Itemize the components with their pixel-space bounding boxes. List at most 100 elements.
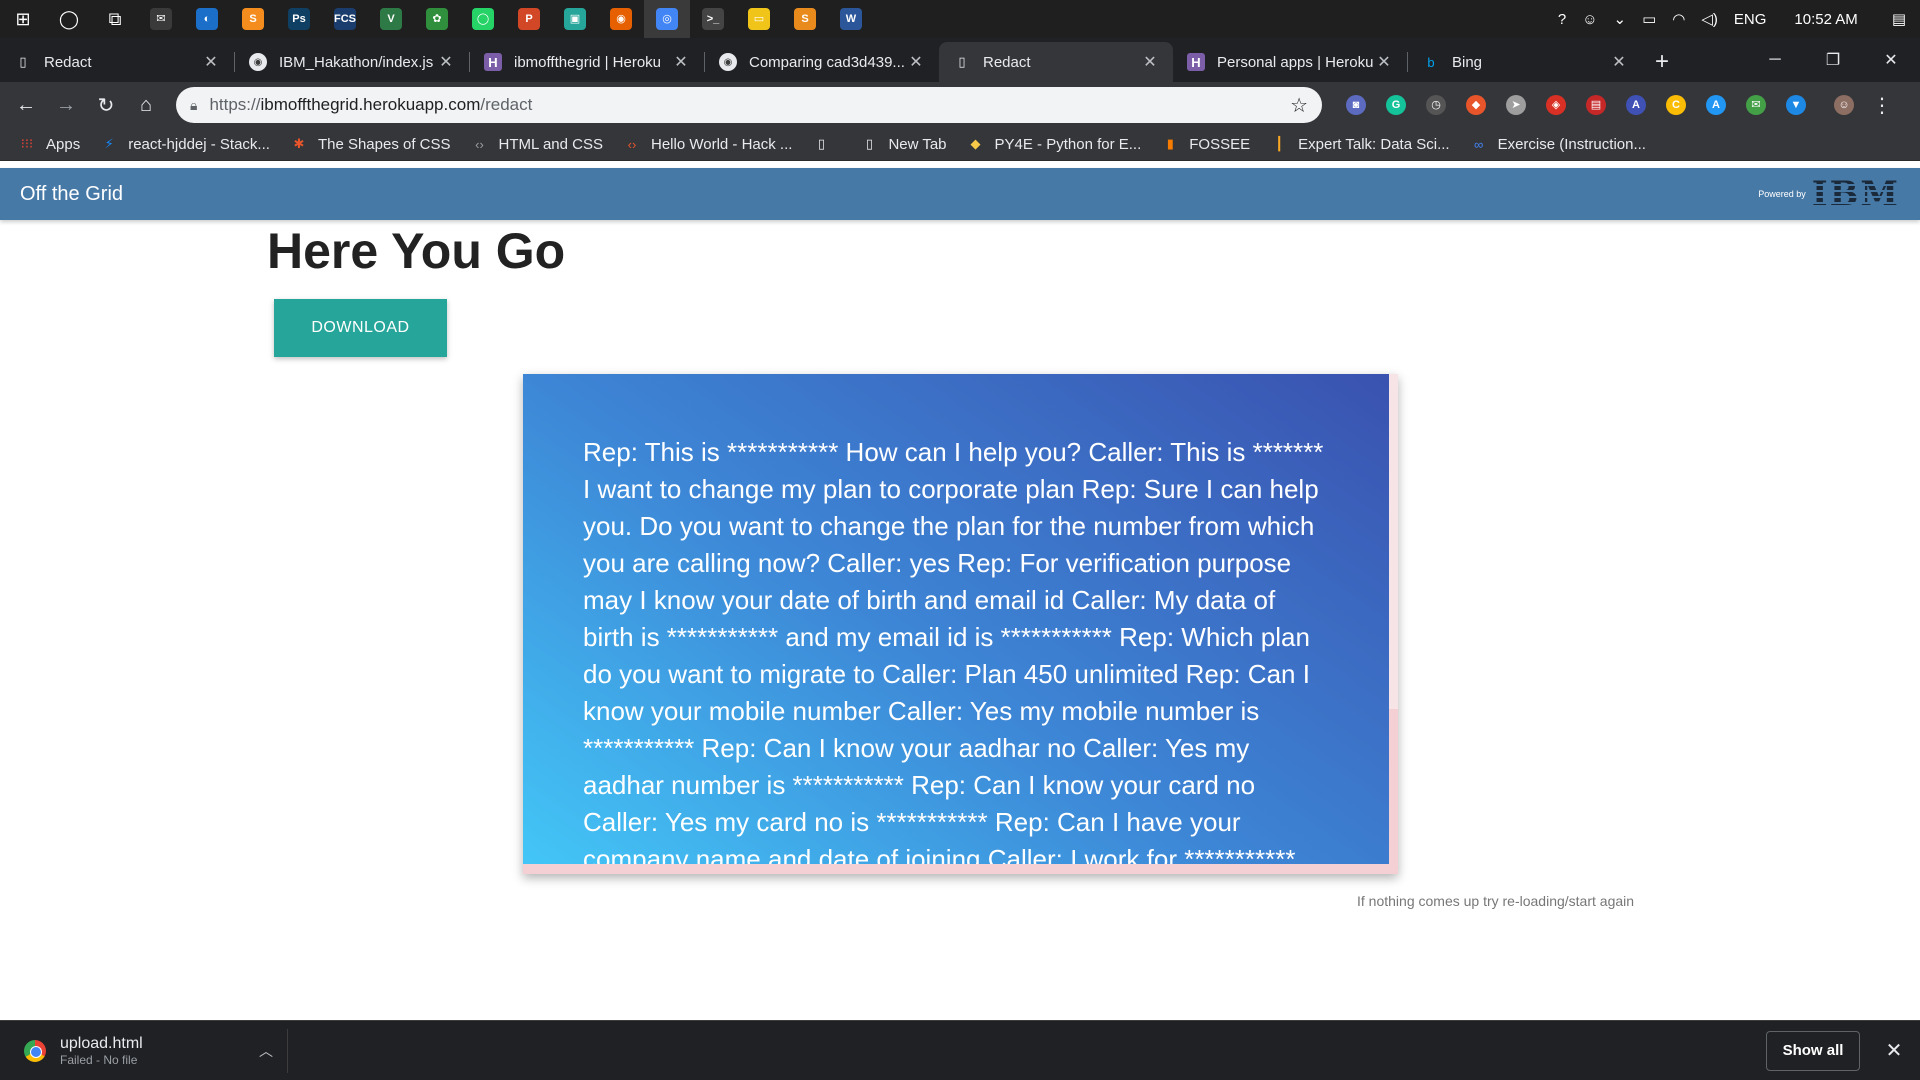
explorer-app-icon[interactable]: ▭	[736, 0, 782, 38]
browser-tab[interactable]: ◉ IBM_Hakathon/index.js ✕	[235, 42, 469, 82]
browser-tab[interactable]: ▯ Redact ✕	[939, 42, 1173, 82]
tab-close-icon[interactable]: ✕	[202, 52, 220, 72]
bookmark-item[interactable]: ▯ New Tab	[860, 135, 947, 153]
grammarly-extension-icon[interactable]: G	[1376, 85, 1416, 125]
clock[interactable]: 10:52 AM	[1774, 11, 1877, 28]
close-window-icon[interactable]: ✕	[1862, 38, 1920, 82]
new-tab-button[interactable]: +	[1642, 42, 1682, 82]
profile-avatar[interactable]: ☺	[1824, 85, 1864, 125]
volume-icon[interactable]: ◁)	[1693, 10, 1726, 28]
fcs-app-icon[interactable]: FCS	[322, 0, 368, 38]
vue-app-icon[interactable]: V	[368, 0, 414, 38]
word-app-icon[interactable]: W	[828, 0, 874, 38]
windows-start-icon[interactable]: ⊞	[0, 0, 46, 38]
scrollbar-thumb[interactable]	[1389, 374, 1398, 709]
people-tray-icon[interactable]: ☺	[1574, 11, 1605, 28]
bookmark-item[interactable]: ‹› HTML and CSS	[471, 135, 603, 153]
tab-close-icon[interactable]: ✕	[1141, 52, 1159, 72]
bookmark-item[interactable]: ▮ FOSSEE	[1161, 135, 1250, 153]
browser-tab[interactable]: Hibmoffthegrid | Heroku ✕	[470, 42, 704, 82]
url-text[interactable]: https://ibmoffthegrid.herokuapp.com/reda…	[209, 95, 1290, 115]
bookmark-item[interactable]: ◆ PY4E - Python for E...	[967, 135, 1142, 153]
whatsapp-app-icon[interactable]: ◯	[460, 0, 506, 38]
bookmark-item[interactable]: ┃ Expert Talk: Data Sci...	[1270, 135, 1449, 153]
compass-extension-icon[interactable]: ➤	[1496, 85, 1536, 125]
cortana-search-icon[interactable]: ◯	[46, 0, 92, 38]
powerpoint-app-icon[interactable]: P	[506, 0, 552, 38]
python-icon: ◆	[970, 136, 981, 151]
restore-icon[interactable]: ❐	[1804, 38, 1862, 82]
bookmark-label: Hello World - Hack ...	[651, 135, 793, 153]
extension-glyph: ◆	[1466, 95, 1486, 115]
task-view-icon[interactable]: ⧉	[92, 0, 138, 38]
app-header: Off the Grid Powered by IBM	[0, 168, 1920, 220]
adblock-extension-icon[interactable]: ◈	[1536, 85, 1576, 125]
taskbar-app-glyph: S	[242, 8, 264, 30]
camera-extension-icon[interactable]: ◙	[1336, 85, 1376, 125]
browser-tab[interactable]: ◉ Comparing cad3d439... ✕	[705, 42, 939, 82]
mail-extension-icon[interactable]: ✉	[1736, 85, 1776, 125]
fossee-icon: ▮	[1166, 136, 1174, 151]
home-icon[interactable]: ⌂	[126, 85, 166, 125]
chrome-app-icon[interactable]: ◎	[644, 0, 690, 38]
browser-tab[interactable]: H Personal apps | Heroku ✕	[1173, 42, 1407, 82]
terminal-app-icon[interactable]: >_	[690, 0, 736, 38]
extension-glyph: ▤	[1586, 95, 1606, 115]
steam-app-icon[interactable]: ◐	[184, 0, 230, 38]
bookmark-item[interactable]: ▯	[812, 135, 840, 153]
forward-arrow-icon[interactable]: →	[46, 85, 86, 125]
shield-extension-icon[interactable]: ◆	[1456, 85, 1496, 125]
tab-close-icon[interactable]: ✕	[1610, 52, 1628, 72]
bookmark-item[interactable]: ⁝⁝⁝ Apps	[18, 135, 80, 153]
bookmark-item[interactable]: ∞ Exercise (Instruction...	[1470, 135, 1646, 153]
wifi-icon[interactable]: ◠	[1664, 10, 1693, 28]
bookmark-item[interactable]: ‹› Hello World - Hack ...	[623, 135, 793, 153]
transcript-scroll-area[interactable]: Rep: This is *********** How can I help …	[523, 374, 1389, 864]
reload-icon[interactable]: ↻	[86, 85, 126, 125]
chevron-up-icon[interactable]: ︿	[259, 1041, 273, 1061]
chrome-menu-icon[interactable]: ⋮	[1864, 93, 1900, 118]
lock-icon[interactable]: 🔒︎	[190, 97, 197, 114]
back-arrow-icon[interactable]: ←	[6, 85, 46, 125]
address-bar[interactable]: 🔒︎ https://ibmoffthegrid.herokuapp.com/r…	[176, 87, 1322, 123]
speed-extension-icon[interactable]: ◷	[1416, 85, 1456, 125]
sublime-app-icon[interactable]: S	[230, 0, 276, 38]
bookmark-star-icon[interactable]: ☆	[1290, 93, 1308, 118]
sublime2-app-icon[interactable]: S	[782, 0, 828, 38]
minimize-icon[interactable]: ─	[1746, 38, 1804, 82]
translate-extension-icon[interactable]: A	[1616, 85, 1656, 125]
apps-grid-icon: ⁝⁝⁝	[20, 136, 34, 151]
git-app-icon[interactable]: ✿	[414, 0, 460, 38]
firefox-app-icon[interactable]: ◉	[598, 0, 644, 38]
language-indicator[interactable]: ENG	[1726, 11, 1775, 28]
tab-label: Bing	[1452, 53, 1483, 71]
help-tray-icon[interactable]: ?	[1550, 11, 1574, 28]
download-button[interactable]: DOWNLOAD	[274, 299, 447, 357]
reload-hint: If nothing comes up try re-loading/start…	[1357, 893, 1635, 909]
chevron-up-tray-icon[interactable]: ⌄	[1606, 10, 1635, 28]
download-item[interactable]: upload.html Failed - No file ︿	[0, 1028, 288, 1073]
transcript-scrollbar[interactable]	[1389, 374, 1398, 864]
c-extension-icon[interactable]: C	[1656, 85, 1696, 125]
a-extension-icon[interactable]: A	[1696, 85, 1736, 125]
tab-close-icon[interactable]: ✕	[672, 52, 690, 72]
browser-tab[interactable]: b Bing ✕	[1408, 42, 1642, 82]
bookmark-item[interactable]: ⚡ react-hjddej - Stack...	[100, 135, 270, 153]
puzzle-extension-icon[interactable]: ▼	[1776, 85, 1816, 125]
bookmark-item[interactable]: ✱ The Shapes of CSS	[290, 135, 450, 153]
show-all-button[interactable]: Show all	[1766, 1030, 1860, 1071]
notification-icon[interactable]: ▤	[1878, 10, 1920, 28]
browser-tab[interactable]: ▯ Redact ✕	[0, 42, 234, 82]
store-app-icon[interactable]: ▣	[552, 0, 598, 38]
tab-label: ibmoffthegrid | Heroku	[514, 53, 662, 71]
battery-icon[interactable]: ▭	[1634, 10, 1664, 28]
photoshop-app-icon[interactable]: Ps	[276, 0, 322, 38]
pdf-extension-icon[interactable]: ▤	[1576, 85, 1616, 125]
tab-close-icon[interactable]: ✕	[437, 52, 455, 72]
close-shelf-icon[interactable]: ✕	[1872, 1038, 1916, 1063]
tab-close-icon[interactable]: ✕	[1375, 52, 1393, 72]
taskbar-apps: ✉ ◐ S Ps FCS V ✿ ◯ P ▣ ◉ ◎ >_ ▭ S W	[138, 0, 874, 38]
mail-app-icon[interactable]: ✉	[138, 0, 184, 38]
tab-close-icon[interactable]: ✕	[907, 52, 925, 72]
brand-title[interactable]: Off the Grid	[20, 183, 123, 206]
